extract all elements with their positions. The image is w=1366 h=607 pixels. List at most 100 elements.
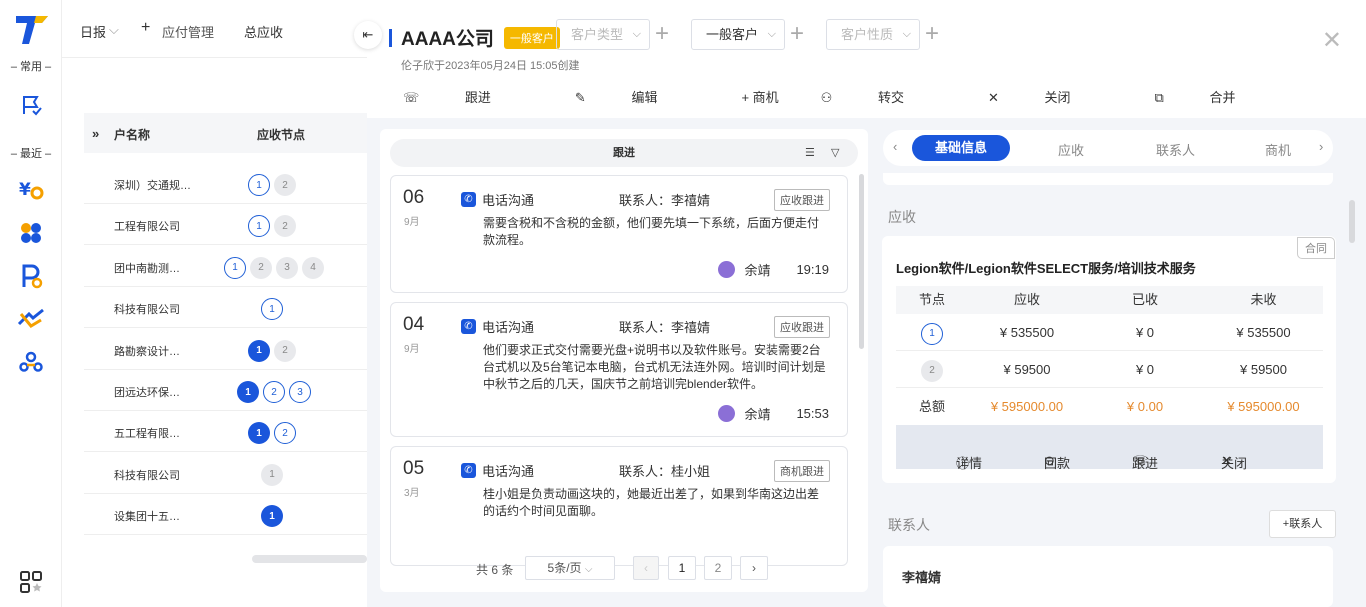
followup-month: 9月 xyxy=(404,344,420,355)
flag-icon[interactable] xyxy=(17,91,45,119)
table-row[interactable]: 科技有限公司 1 xyxy=(84,453,367,494)
merge-button[interactable]: ⧉ 合并 xyxy=(1155,87,1278,106)
customer-name: 路勘察设计… xyxy=(114,345,180,358)
app-rail: – 常用 – – 最近 – ¥ xyxy=(0,0,62,607)
add-nature-icon[interactable]: + xyxy=(925,22,939,46)
receivable-section-title: 应收 xyxy=(888,209,916,225)
pagination: 共 6 条 5条/页 ⌵ ‹ 1 2 › xyxy=(380,554,868,584)
prev-page-icon[interactable]: ‹ xyxy=(633,556,659,580)
plus-icon[interactable]: + xyxy=(141,19,150,37)
node-badge[interactable]: 3 xyxy=(276,256,298,279)
title-accent xyxy=(389,28,392,47)
close-icon: ✕ xyxy=(987,90,999,105)
followup-footer: 余靖 19:19 xyxy=(718,260,829,279)
filter-icon[interactable]: ▽ xyxy=(831,139,839,167)
node-badge[interactable]: 2 xyxy=(274,339,296,362)
detail-scrollbar[interactable] xyxy=(1349,200,1355,243)
receivable-nodes: 1 xyxy=(261,505,283,528)
next-page-icon[interactable]: › xyxy=(740,556,768,580)
followup-column: 跟进 ☰ ▽ 06 9月 ✆ 电话沟通 联系人：李禧婧 应收跟进 需要含税和不含税的金额，他… xyxy=(380,129,868,592)
followup-month: 9月 xyxy=(404,217,420,228)
node-badge[interactable]: 2 xyxy=(274,215,296,238)
table-row[interactable]: 五工程有限… 1 2 xyxy=(84,411,367,453)
node-badge[interactable]: 2 xyxy=(274,422,296,445)
customer-name: AAAA公司 xyxy=(401,29,494,50)
customer-level-select[interactable]: 一般客户 ⌵ xyxy=(691,19,785,50)
tab-contacts[interactable]: 联系人 xyxy=(1156,140,1195,159)
add-opportunity-button[interactable]: + 商机 xyxy=(741,87,778,106)
followup-content: 他们要求正式交付需要光盘+说明书以及软件账号。安装需要2台台式机以及5台笔记本电… xyxy=(483,343,826,391)
node-badge[interactable]: 1 xyxy=(248,339,270,362)
followup-card[interactable]: 05 3月 ✆ 电话沟通 联系人：桂小姐 商机跟进 桂小姐是负责动画这块的，她最近出差了，如… xyxy=(390,446,848,566)
table-row[interactable]: 深圳）交通规… 1 2 xyxy=(84,163,367,204)
page-2[interactable]: 2 xyxy=(704,556,732,580)
table-row[interactable]: 设集团十五… 1 xyxy=(84,494,367,536)
table-row[interactable]: 科技有限公司 1 xyxy=(84,287,367,329)
add-level-icon[interactable]: + xyxy=(790,22,804,46)
customer-type-select[interactable]: 客户类型 ⌵ xyxy=(556,19,650,50)
node-badge[interactable]: 2 xyxy=(274,174,296,196)
payment-icon[interactable] xyxy=(17,262,45,290)
close-button[interactable]: ✕ 关闭 xyxy=(988,87,1113,106)
node-badge[interactable]: 4 xyxy=(302,256,324,279)
node-badge[interactable]: 1 xyxy=(224,256,246,279)
nav-payable[interactable]: 应付管理 xyxy=(162,22,214,41)
node-badge[interactable]: 1 xyxy=(237,381,259,403)
col-customer: 户名称 xyxy=(114,128,151,142)
table-row[interactable]: 路勘察设计… 1 2 xyxy=(84,329,367,370)
nav-report[interactable]: 日报 xyxy=(80,22,106,41)
node-badge[interactable]: 1 xyxy=(261,463,283,486)
followup-card[interactable]: 06 9月 ✆ 电话沟通 联系人：李禧婧 应收跟进 需要含税和不含税的金额，他们要先填一下系… xyxy=(390,175,848,293)
followup-month: 3月 xyxy=(404,488,420,499)
node-badge[interactable]: 3 xyxy=(289,381,311,403)
follow-button[interactable]: ☏ 跟进 xyxy=(403,87,533,106)
table-row[interactable]: 团中南勘测… 1 2 3 4 xyxy=(84,246,367,287)
transfer-button[interactable]: ⚇ 转交 xyxy=(821,87,946,106)
table-header: » 户名称 应收节点 xyxy=(84,113,367,153)
node-badge[interactable]: 1 xyxy=(248,174,270,196)
followup-scrollbar[interactable] xyxy=(859,174,864,349)
contact-name: 李禧婧 xyxy=(902,570,942,585)
avatar xyxy=(718,261,736,278)
handshake-icon[interactable] xyxy=(17,305,45,333)
node-badge[interactable]: 1 xyxy=(248,215,270,238)
chevron-left-icon[interactable]: ‹ xyxy=(893,139,897,154)
node-badge[interactable]: 2 xyxy=(250,256,272,279)
product-name: Legion软件/Legion软件SELECT服务/培训技术服务 xyxy=(896,261,1196,276)
chevron-down-icon: ⌵ xyxy=(767,28,776,40)
settings-sliders-icon[interactable]: ☰ xyxy=(805,139,815,167)
node-badge[interactable]: 1 xyxy=(248,422,270,445)
table-row[interactable]: 团远达环保… 1 2 3 xyxy=(84,370,367,411)
node-badge[interactable]: 1 xyxy=(261,505,283,528)
followup-user: 余靖 xyxy=(744,263,771,278)
expand-icon[interactable]: » xyxy=(92,126,99,141)
app-logo-icon[interactable] xyxy=(14,12,50,46)
collapse-panel-icon[interactable]: ⇤ xyxy=(354,21,382,49)
grid-menu-icon[interactable] xyxy=(17,568,45,596)
team-icon[interactable] xyxy=(17,349,45,377)
followup-card[interactable]: 04 9月 ✆ 电话沟通 联系人：李禧婧 应收跟进 他们要求正式交付需要光盘+说明书以及软件… xyxy=(390,302,848,437)
node-badge[interactable]: 1 xyxy=(261,298,283,321)
page-1[interactable]: 1 xyxy=(668,556,696,580)
page-size-select[interactable]: 5条/页 ⌵ xyxy=(525,556,615,580)
nav-total-receivable[interactable]: 总应收 xyxy=(244,22,283,41)
receivable-nodes: 1234 xyxy=(224,256,324,279)
apps-icon[interactable] xyxy=(17,219,45,247)
chevron-right-icon[interactable]: › xyxy=(1319,139,1323,154)
edit-button[interactable]: ✎ 编辑 xyxy=(575,87,700,106)
add-type-icon[interactable]: + xyxy=(655,22,669,46)
chevron-down-icon[interactable]: ⌵ xyxy=(109,22,119,38)
table-row[interactable]: 工程有限公司 1 2 xyxy=(84,204,367,246)
close-panel-icon[interactable]: ✕ xyxy=(1322,26,1342,55)
tab-opportunity[interactable]: 商机 xyxy=(1265,140,1291,159)
customer-nature-select[interactable]: 客户性质 ⌵ xyxy=(826,19,920,50)
yen-gear-icon[interactable]: ¥ xyxy=(17,176,45,204)
horizontal-scrollbar[interactable] xyxy=(252,555,367,563)
tab-receivable[interactable]: 应收 xyxy=(1058,140,1084,159)
followup-time: 15:53 xyxy=(796,406,829,421)
tab-basic-info[interactable]: 基础信息 xyxy=(912,135,1010,161)
add-contact-button[interactable]: +联系人 xyxy=(1269,510,1336,538)
node-badge[interactable]: 2 xyxy=(263,381,285,403)
rail-label-recent: – 最近 – xyxy=(10,148,52,160)
phone-icon: ✆ xyxy=(461,319,476,334)
